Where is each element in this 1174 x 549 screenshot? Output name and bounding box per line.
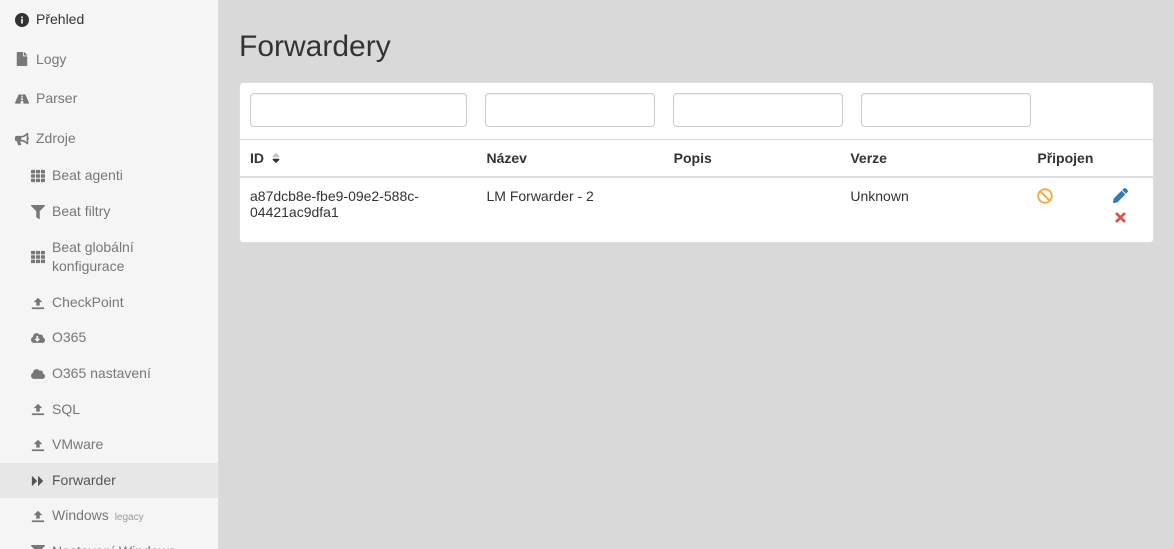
main-content: Forwardery ID Název Popis Verze [219, 0, 1174, 549]
col-header-name[interactable]: Název [476, 140, 663, 178]
upload-icon [30, 508, 46, 524]
sidebar-item-label: Beat globální konfigurace [52, 238, 204, 277]
cloud-download-icon [30, 330, 46, 346]
sidebar-item-sql[interactable]: SQL [0, 392, 218, 428]
sidebar-item-vmware[interactable]: VMware [0, 427, 218, 463]
forwarders-table: ID Název Popis Verze Připojen a87dcb8e-f… [240, 139, 1153, 242]
col-header-id[interactable]: ID [240, 140, 476, 178]
edit-button[interactable] [1113, 188, 1143, 206]
sidebar-item-beat-agents[interactable]: Beat agenti [0, 158, 218, 194]
cell-version: Unknown [840, 177, 1027, 242]
road-icon [14, 91, 30, 107]
sort-desc-icon [268, 150, 282, 166]
sidebar-item-label: Beat filtry [52, 202, 110, 222]
delete-button[interactable] [1113, 210, 1143, 228]
sidebar: Přehled Logy Parser Zdroje Beat agenti B… [0, 0, 219, 549]
filter-desc-input[interactable] [673, 93, 843, 127]
file-icon [14, 51, 30, 67]
sidebar-item-o365-settings[interactable]: O365 nastavení [0, 356, 218, 392]
sidebar-item-label: Nastavení Windows [52, 542, 176, 549]
filter-icon [30, 544, 46, 549]
sidebar-item-label: Parser [36, 89, 77, 109]
sidebar-item-windows[interactable]: Windows legacy [0, 498, 218, 534]
filter-version-input[interactable] [861, 93, 1031, 127]
cell-connected [1027, 177, 1103, 242]
col-header-desc[interactable]: Popis [664, 140, 841, 178]
cell-id: a87dcb8e-fbe9-09e2-588c-04421ac9dfa1 [240, 177, 476, 242]
cloud-icon [30, 366, 46, 382]
sidebar-item-overview[interactable]: Přehled [0, 0, 218, 40]
sidebar-item-forwarder[interactable]: Forwarder [0, 463, 218, 499]
sidebar-item-beat-global-config[interactable]: Beat globální konfigurace [0, 230, 218, 285]
page-title: Forwardery [239, 30, 1154, 64]
sidebar-item-logs[interactable]: Logy [0, 40, 218, 80]
sidebar-item-label: CheckPoint [52, 293, 124, 313]
col-header-version[interactable]: Verze [840, 140, 1027, 178]
table-header-row: ID Název Popis Verze Připojen [240, 140, 1153, 178]
sidebar-item-label: Beat agenti [52, 166, 123, 186]
col-header-actions [1103, 140, 1153, 178]
upload-icon [30, 437, 46, 453]
list-icon [30, 249, 46, 265]
info-circle-icon [14, 12, 30, 28]
sidebar-item-sources[interactable]: Zdroje [0, 119, 218, 159]
forward-icon [30, 473, 46, 489]
upload-icon [30, 401, 46, 417]
sidebar-item-label: Zdroje [36, 129, 76, 149]
sidebar-item-label: O365 nastavení [52, 364, 151, 384]
sidebar-item-label: Přehled [36, 10, 84, 30]
forwarders-panel: ID Název Popis Verze Připojen a87dcb8e-f… [239, 82, 1154, 243]
cell-desc [664, 177, 841, 242]
bullhorn-icon [14, 131, 30, 147]
sidebar-item-o365[interactable]: O365 [0, 320, 218, 356]
filter-icon [30, 204, 46, 220]
sidebar-item-label: VMware [52, 435, 103, 455]
list-icon [30, 168, 46, 184]
sidebar-item-label: Forwarder [52, 471, 116, 491]
sidebar-item-suffix: legacy [115, 512, 144, 523]
table-row: a87dcb8e-fbe9-09e2-588c-04421ac9dfa1 LM … [240, 177, 1153, 242]
cell-actions [1103, 177, 1153, 242]
ban-icon [1037, 191, 1053, 207]
sidebar-item-label: O365 [52, 328, 86, 348]
sidebar-item-checkpoint[interactable]: CheckPoint [0, 285, 218, 321]
sidebar-item-beat-filters[interactable]: Beat filtry [0, 194, 218, 230]
sidebar-item-label: SQL [52, 400, 80, 420]
sidebar-item-windows-settings[interactable]: Nastavení Windows [0, 534, 218, 549]
sidebar-item-label: Windows [52, 507, 109, 523]
upload-icon [30, 295, 46, 311]
sidebar-item-label: Logy [36, 50, 66, 70]
col-header-connected[interactable]: Připojen [1027, 140, 1103, 178]
filter-name-input[interactable] [485, 93, 655, 127]
filter-row [240, 83, 1153, 139]
filter-id-input[interactable] [250, 93, 467, 127]
sidebar-item-parser[interactable]: Parser [0, 79, 218, 119]
cell-name: LM Forwarder - 2 [476, 177, 663, 242]
